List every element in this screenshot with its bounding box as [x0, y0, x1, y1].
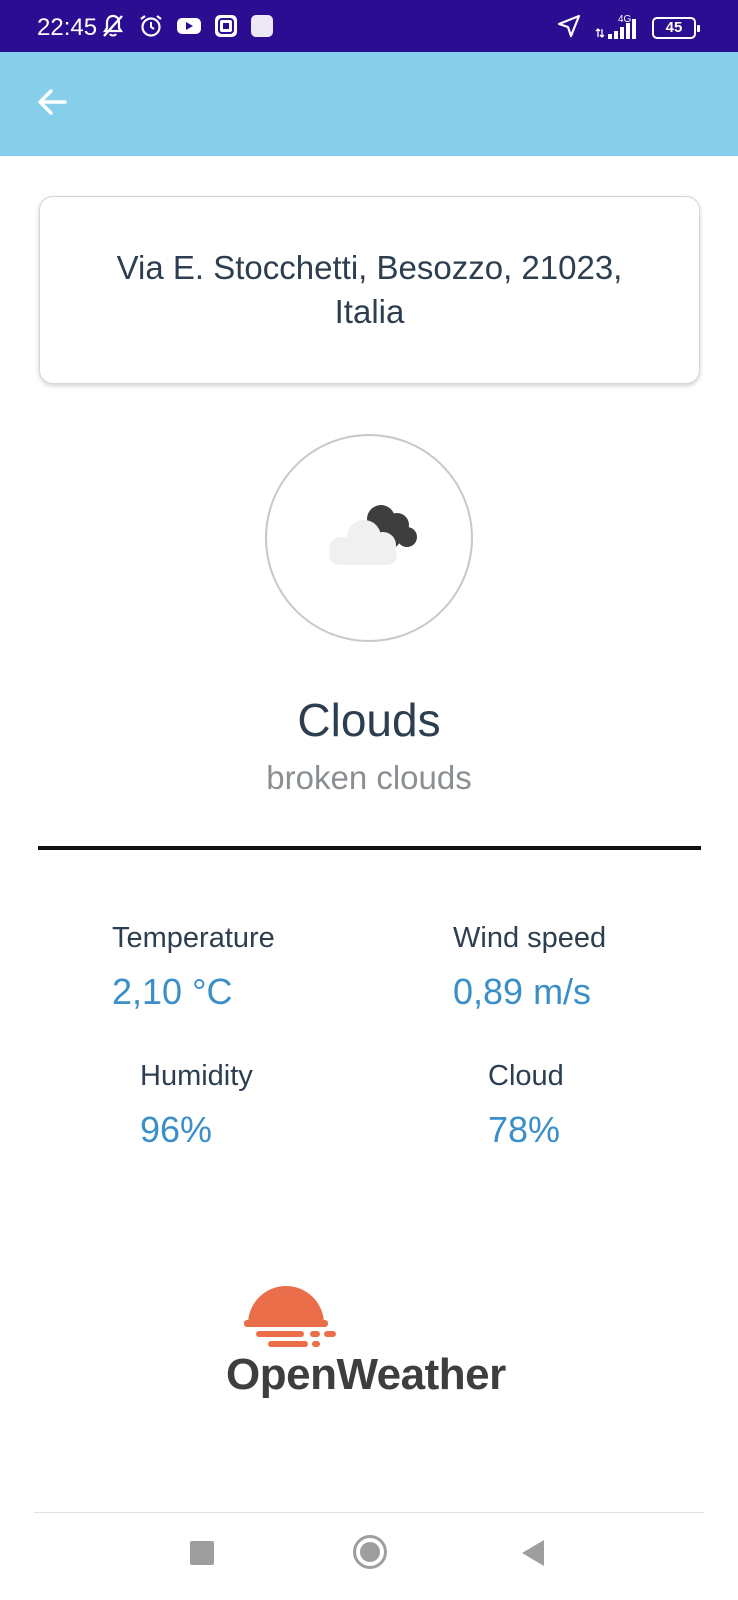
- alarm-icon: [138, 13, 164, 44]
- recents-button[interactable]: [190, 1541, 214, 1565]
- youtube-icon: [176, 16, 202, 41]
- battery-level: 45: [665, 19, 683, 36]
- back-button[interactable]: [30, 82, 74, 126]
- home-button[interactable]: [353, 1535, 387, 1569]
- wind-speed-label: Wind speed: [453, 922, 607, 954]
- divider: [38, 846, 701, 850]
- broken-clouds-icon: [309, 491, 429, 586]
- weather-description: broken clouds: [266, 759, 472, 796]
- home-icon: [360, 1542, 380, 1562]
- signal-icon: 4G: [594, 14, 640, 41]
- wind-speed-value: 0,89 m/s: [453, 971, 592, 1012]
- status-icons-left: [100, 14, 274, 42]
- address-card: Via E. Stocchetti, Besozzo, 21023, Itali…: [39, 196, 700, 384]
- openweather-sun-icon: [244, 1286, 336, 1347]
- logo-text: OpenWeather: [226, 1350, 506, 1399]
- arrow-left-icon: [35, 85, 69, 124]
- humidity-value: 96%: [140, 1109, 213, 1150]
- status-icons-right: 4G 45: [556, 13, 700, 44]
- cloud-value: 78%: [488, 1109, 561, 1150]
- nav-back-button[interactable]: [522, 1540, 544, 1566]
- status-bar: 22:45 4G 45: [0, 0, 738, 52]
- cloud-label: Cloud: [488, 1060, 564, 1092]
- app-icon: [250, 14, 274, 43]
- status-time: 22:45: [37, 14, 98, 41]
- temperature-value: 2,10 °C: [112, 971, 233, 1012]
- humidity-label: Humidity: [140, 1060, 253, 1092]
- temperature-label: Temperature: [112, 922, 275, 954]
- weather-main: Clouds: [297, 694, 441, 746]
- location-icon: [556, 13, 582, 44]
- openweather-logo: OpenWeather: [226, 1270, 516, 1400]
- mute-icon: [100, 13, 126, 44]
- app-bar: [0, 52, 738, 156]
- battery-icon: 45: [652, 17, 700, 39]
- app-icon: [214, 14, 238, 43]
- address-text: Via E. Stocchetti, Besozzo, 21023, Itali…: [116, 249, 623, 330]
- weather-icon-circle: [265, 434, 473, 642]
- nav-bar: [0, 1513, 738, 1600]
